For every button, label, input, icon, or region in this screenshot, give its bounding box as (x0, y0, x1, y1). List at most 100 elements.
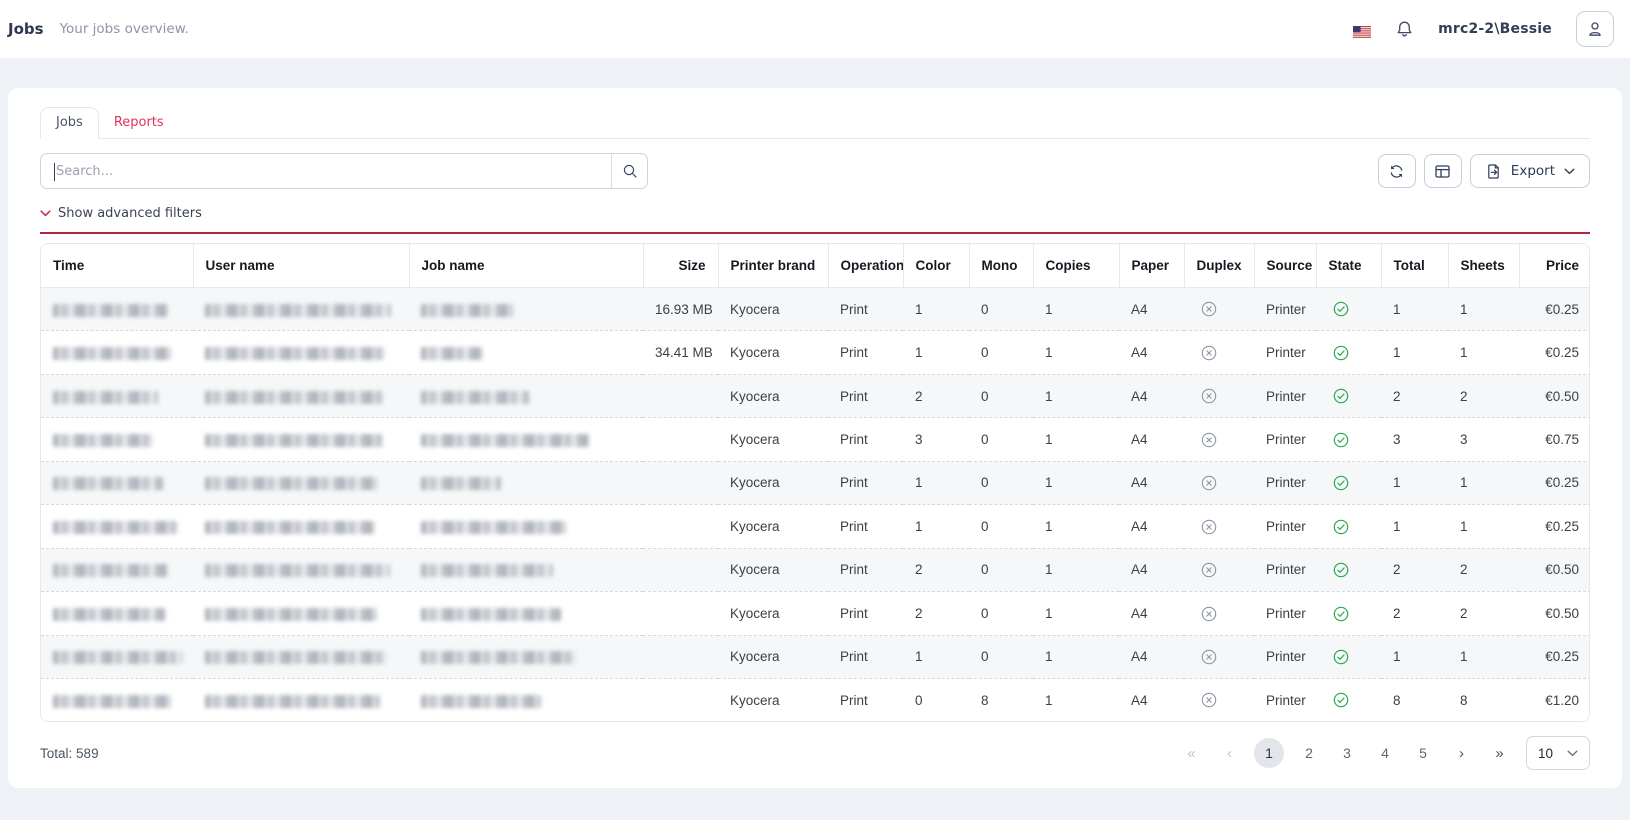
redacted-text (421, 521, 566, 534)
cell-state (1316, 635, 1381, 678)
cell-price: €0.50 (1519, 548, 1590, 591)
cell-operation: Print (828, 635, 903, 678)
cell-total: 1 (1381, 505, 1448, 548)
cell-duplex (1184, 592, 1254, 635)
search-button[interactable] (611, 154, 647, 188)
cell-sheets: 3 (1448, 418, 1519, 461)
redacted-text (205, 695, 380, 708)
search-input[interactable] (41, 154, 611, 188)
page-number-5[interactable]: 5 (1410, 738, 1436, 768)
cell-color: 1 (903, 635, 969, 678)
page-next-button[interactable]: › (1448, 738, 1474, 768)
refresh-button[interactable] (1378, 154, 1416, 188)
cell-price: €0.50 (1519, 374, 1590, 417)
redacted-text (53, 651, 183, 664)
cell-mono: 0 (969, 331, 1033, 374)
profile-button[interactable] (1576, 11, 1614, 47)
cell-copies: 1 (1033, 505, 1119, 548)
col-time: Time (41, 244, 193, 288)
table-row: KyoceraPrint081A4Printer88€1.20 (41, 678, 1590, 721)
cell-sheets: 8 (1448, 678, 1519, 721)
tab-reports[interactable]: Reports (99, 108, 179, 138)
cell-source: Printer (1254, 461, 1316, 504)
cell-user (193, 678, 409, 721)
redacted-text (53, 391, 158, 404)
cell-mono: 8 (969, 678, 1033, 721)
col-total: Total (1381, 244, 1448, 288)
page-size-value: 10 (1538, 746, 1553, 761)
circle-check-icon (1333, 345, 1349, 361)
circle-x-icon (1201, 692, 1217, 708)
chevron-down-icon (1564, 168, 1575, 175)
cell-paper: A4 (1119, 288, 1184, 331)
page-number-2[interactable]: 2 (1296, 738, 1322, 768)
jobs-table-wrap: TimeUser nameJob nameSizePrinter brandOp… (40, 243, 1590, 722)
cell-duplex (1184, 548, 1254, 591)
cell-copies: 1 (1033, 418, 1119, 461)
cell-total: 1 (1381, 288, 1448, 331)
redacted-text (53, 521, 178, 534)
page-size-select[interactable]: 10 (1526, 736, 1590, 770)
page-first-button[interactable]: « (1178, 738, 1204, 768)
cell-source: Printer (1254, 678, 1316, 721)
cell-duplex (1184, 461, 1254, 504)
export-icon (1485, 163, 1502, 180)
cell-total: 2 (1381, 548, 1448, 591)
filters-divider (40, 232, 1590, 234)
page-number-4[interactable]: 4 (1372, 738, 1398, 768)
table-row: KyoceraPrint101A4Printer11€0.25 (41, 461, 1590, 504)
redacted-text (205, 477, 377, 490)
cell-copies: 1 (1033, 288, 1119, 331)
cell-size (643, 505, 718, 548)
redacted-text (421, 434, 589, 447)
page-prev-button[interactable]: ‹ (1216, 738, 1242, 768)
us-flag-icon[interactable] (1353, 23, 1371, 35)
cell-size (643, 678, 718, 721)
cell-time (41, 374, 193, 417)
chevron-down-icon (1567, 750, 1578, 757)
redacted-text (205, 564, 390, 577)
col-mono: Mono (969, 244, 1033, 288)
cell-size (643, 548, 718, 591)
cell-brand: Kyocera (718, 288, 828, 331)
table-row: 16.93 MBKyoceraPrint101A4Printer11€0.25 (41, 288, 1590, 331)
page-last-button[interactable]: » (1486, 738, 1512, 768)
cell-sheets: 2 (1448, 592, 1519, 635)
cell-state (1316, 548, 1381, 591)
cell-operation: Print (828, 331, 903, 374)
cell-paper: A4 (1119, 331, 1184, 374)
cell-price: €0.50 (1519, 592, 1590, 635)
redacted-text (421, 304, 513, 317)
main-area: Jobs Reports (0, 58, 1630, 788)
cell-job (409, 548, 643, 591)
redacted-text (421, 391, 529, 404)
notifications-button[interactable] (1395, 20, 1414, 39)
page-number-1[interactable]: 1 (1254, 738, 1284, 768)
jobs-table: TimeUser nameJob nameSizePrinter brandOp… (41, 244, 1590, 721)
cell-duplex (1184, 505, 1254, 548)
redacted-text (421, 347, 483, 360)
page-number-3[interactable]: 3 (1334, 738, 1360, 768)
columns-button[interactable] (1424, 154, 1462, 188)
person-icon (1586, 20, 1604, 38)
export-button[interactable]: Export (1470, 154, 1590, 188)
tab-jobs[interactable]: Jobs (40, 107, 99, 139)
circle-x-icon (1201, 345, 1217, 361)
table-row: KyoceraPrint101A4Printer11€0.25 (41, 635, 1590, 678)
cell-sheets: 1 (1448, 635, 1519, 678)
advanced-filters-toggle[interactable]: Show advanced filters (40, 206, 202, 221)
pagination: « ‹ 12345 › » (1178, 738, 1512, 768)
cell-brand: Kyocera (718, 635, 828, 678)
cell-size (643, 635, 718, 678)
cell-copies: 1 (1033, 548, 1119, 591)
cell-total: 1 (1381, 635, 1448, 678)
cell-sheets: 1 (1448, 461, 1519, 504)
cell-user (193, 461, 409, 504)
cell-sheets: 1 (1448, 331, 1519, 374)
cell-state (1316, 461, 1381, 504)
cell-size (643, 374, 718, 417)
col-copies: Copies (1033, 244, 1119, 288)
circle-check-icon (1333, 649, 1349, 665)
cell-state (1316, 418, 1381, 461)
cell-size (643, 418, 718, 461)
